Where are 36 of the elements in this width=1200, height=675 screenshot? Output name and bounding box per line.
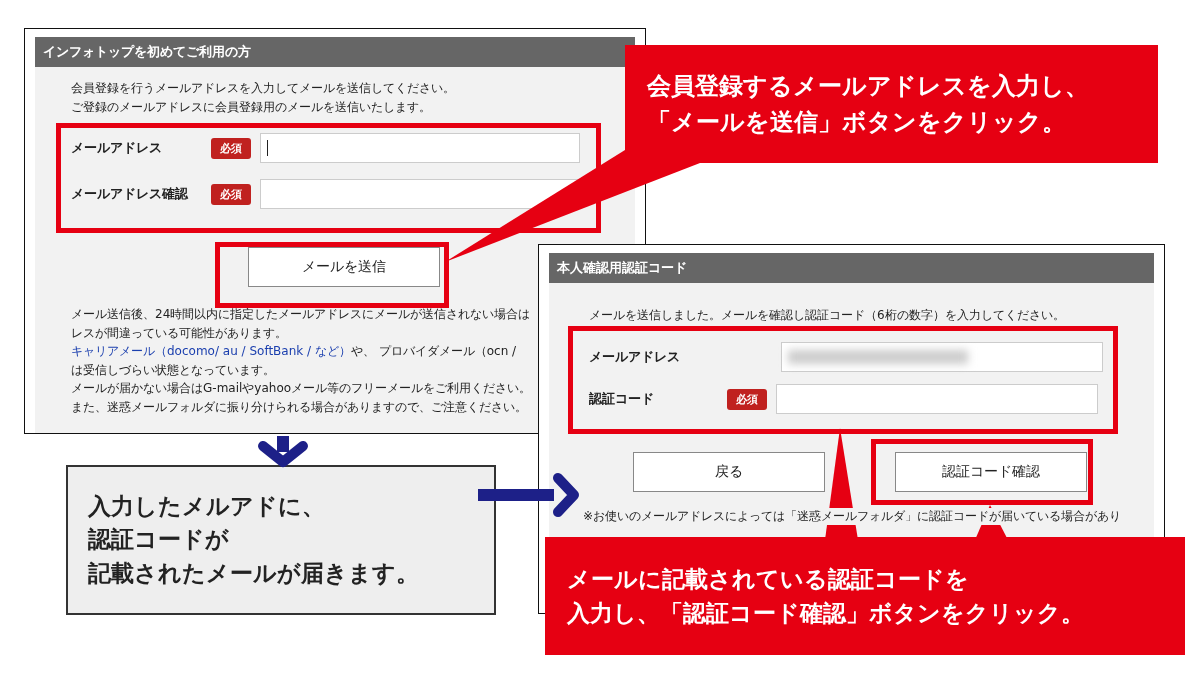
notice-text: また、迷惑メールフォルダに振り分けられる場合がありますので、ご注意ください。: [71, 398, 527, 416]
section-header: インフォトップを初めてご利用の方: [35, 37, 635, 67]
note-text: 入力したメルアドに、: [88, 492, 326, 521]
code-input[interactable]: [776, 384, 1098, 414]
callout-text: 「メールを送信」ボタンをクリック。: [647, 107, 1067, 138]
notice-text: は受信しづらい状態となっています。: [71, 361, 275, 379]
field-label: メールアドレス確認: [71, 185, 189, 203]
confirm-code-button[interactable]: 認証コード確認: [895, 452, 1087, 492]
notice-text: メールが届かない場合はG-mailやyahooメール等のフリーメールをご利用ください。: [71, 380, 532, 397]
field-label: メールアドレス: [71, 139, 163, 157]
text-cursor: [267, 140, 268, 156]
callout-text: メールに記載されている認証コードを: [567, 564, 970, 594]
callout-text: 会員登録するメールアドレスを入力し、: [647, 71, 1090, 102]
required-badge: 必須: [727, 388, 767, 410]
intro-text: 会員登録を行うメールアドレスを入力してメールを送信してください。: [71, 80, 456, 97]
notice-text: メール送信後、24時間以内に指定したメールアドレスにメールが送信されない場合は: [71, 306, 531, 323]
required-badge: 必須: [211, 183, 251, 205]
intro-text: メールを送信しました。メールを確認し認証コード（6桁の数字）を入力してください。: [589, 307, 1066, 324]
email-input[interactable]: [781, 342, 1103, 372]
notice-text: レスが間違っている可能性があります。: [71, 324, 287, 342]
carrier-mail-link[interactable]: キャリアメール（docomo/ au / SoftBank / など）: [71, 344, 351, 358]
down-arrow-icon: [258, 436, 308, 467]
note-text: 記載されたメールが届きます。: [88, 558, 420, 588]
notice-text: キャリアメール（docomo/ au / SoftBank / など）や、 プロバイダメール（ocn /: [71, 343, 517, 360]
intro-text: ご登録のメールアドレスに会員登録用のメールを送信いたします。: [71, 99, 432, 116]
note-text: 認証コードが: [88, 525, 230, 555]
required-badge: 必須: [211, 137, 251, 159]
right-arrow-icon: [478, 473, 579, 517]
back-button[interactable]: 戻る: [633, 452, 825, 492]
field-label: メールアドレス: [589, 348, 681, 366]
email-input[interactable]: [260, 179, 580, 209]
email-input[interactable]: [260, 133, 580, 163]
field-label: 認証コード: [589, 390, 655, 408]
section-header: 本人確認用認証コード: [549, 253, 1154, 283]
callout-text: 入力し、「認証コード確認」ボタンをクリック。: [567, 599, 1085, 628]
send-mail-button[interactable]: メールを送信: [248, 247, 440, 287]
